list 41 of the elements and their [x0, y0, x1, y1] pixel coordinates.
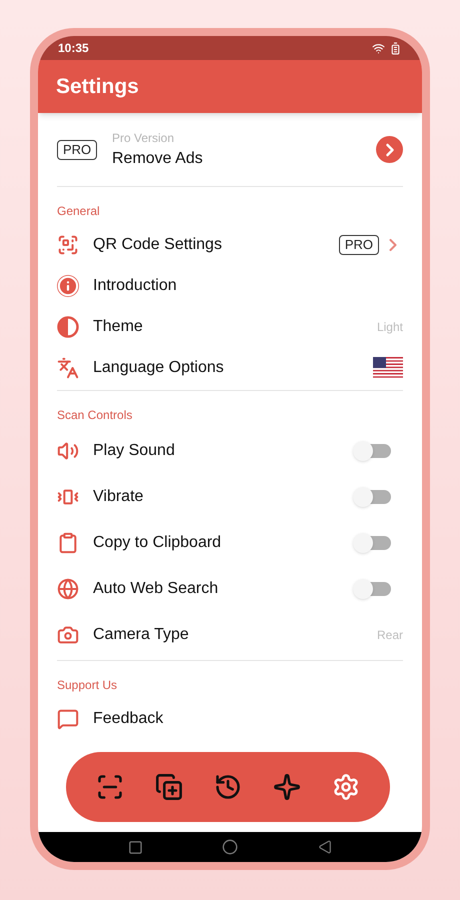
- header-title: Settings: [56, 74, 139, 100]
- row-value: Rear: [376, 627, 403, 644]
- chat-icon: [57, 708, 79, 730]
- pro-badge: PRO: [57, 140, 98, 160]
- toggle-switch[interactable]: [355, 536, 391, 550]
- back-icon[interactable]: [318, 840, 332, 854]
- section-title: Scan Controls: [57, 408, 132, 422]
- translate-icon: [57, 356, 79, 378]
- camera-icon: [57, 624, 79, 646]
- row-label: Camera Type: [93, 625, 190, 645]
- row-label: Theme: [93, 316, 144, 336]
- globe-icon: [57, 578, 79, 600]
- recents-icon[interactable]: [128, 840, 143, 854]
- row-label: Auto Web Search: [93, 579, 220, 599]
- status-time: 10:35: [58, 40, 89, 57]
- arrow-button[interactable]: [376, 136, 403, 163]
- section-title: Support Us: [57, 678, 118, 692]
- pro-badge: PRO: [338, 234, 379, 254]
- section-title: General: [57, 204, 100, 218]
- row-label: Vibrate: [93, 487, 144, 507]
- info-icon: [57, 274, 79, 296]
- row-label: Language Options: [93, 358, 225, 378]
- speaker-icon: [57, 440, 79, 462]
- remove-ads-title: Remove Ads: [112, 148, 204, 168]
- toggle-switch[interactable]: [355, 582, 391, 596]
- scanner-icon: [57, 234, 79, 256]
- row-value: Light: [376, 318, 403, 336]
- battery-icon: [389, 42, 402, 54]
- home-icon[interactable]: [222, 839, 238, 855]
- row-label: Copy to Clipboard: [93, 533, 222, 553]
- row-label: QR Code Settings: [93, 234, 223, 254]
- flag-icon: [373, 356, 403, 378]
- clipboard-icon: [57, 532, 79, 554]
- toggle-switch[interactable]: [355, 490, 391, 504]
- wifi-icon: [372, 42, 385, 54]
- row-label: Feedback: [93, 708, 164, 728]
- pro-label: Pro Version: [112, 130, 176, 146]
- contrast-icon: [57, 316, 79, 338]
- row-label: Introduction: [93, 276, 178, 296]
- row-label: Play Sound: [93, 441, 176, 461]
- toggle-switch[interactable]: [355, 444, 391, 458]
